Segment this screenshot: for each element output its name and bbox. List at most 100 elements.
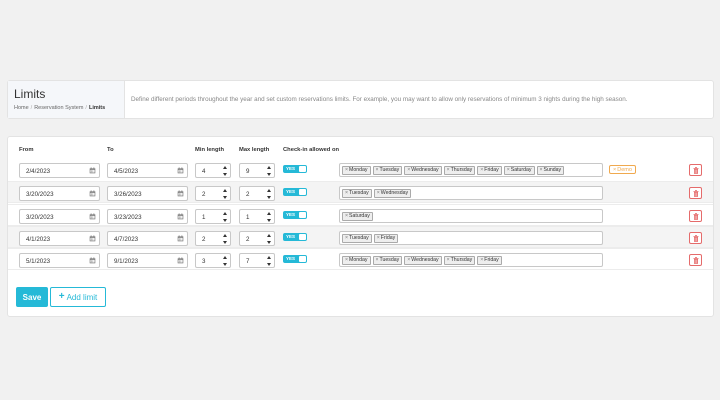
- day-tag-label: Tuesday: [379, 257, 400, 263]
- checkin-toggle[interactable]: YES: [283, 233, 307, 241]
- title-block: Limits Home / Reservation System / Limits: [8, 81, 125, 118]
- day-tag: × Friday: [477, 165, 502, 175]
- min-length-input[interactable]: 3: [195, 253, 231, 268]
- to-date-input[interactable]: 9/1/2023: [107, 253, 188, 268]
- close-icon[interactable]: ×: [613, 167, 616, 173]
- save-button[interactable]: Save: [16, 287, 48, 307]
- day-tag: × Saturday: [503, 165, 535, 175]
- close-icon[interactable]: ×: [376, 167, 379, 173]
- close-icon[interactable]: ×: [345, 190, 348, 196]
- max-length-input[interactable]: 7: [239, 253, 275, 268]
- calendar-icon: [177, 190, 184, 197]
- spinner-icon[interactable]: [222, 233, 228, 245]
- to-date-input[interactable]: 4/7/2023: [107, 231, 188, 246]
- plus-icon: +: [58, 291, 65, 302]
- from-date-input[interactable]: 4/1/2023: [19, 231, 100, 246]
- to-date-input[interactable]: 3/23/2023: [107, 209, 188, 224]
- day-tag-label: Friday: [484, 167, 499, 173]
- min-length-input[interactable]: 4: [195, 163, 231, 178]
- delete-button[interactable]: [689, 210, 702, 222]
- limits-panel: From To Min length Max length Check-in a…: [7, 136, 714, 317]
- close-icon[interactable]: ×: [407, 257, 410, 263]
- spinner-icon[interactable]: [266, 255, 272, 267]
- calendar-icon: [89, 235, 96, 242]
- spinner-icon[interactable]: [266, 233, 272, 245]
- close-icon[interactable]: ×: [377, 235, 380, 241]
- day-tag: × Tuesday: [372, 255, 403, 265]
- calendar-icon: [177, 167, 184, 174]
- delete-button[interactable]: [689, 164, 702, 176]
- day-tag: × Wednesday: [404, 255, 442, 265]
- to-date-input[interactable]: 3/26/2023: [107, 186, 188, 201]
- day-tag-label: Saturday: [510, 167, 532, 173]
- day-tag: × Thursday: [443, 255, 476, 265]
- checkin-days-select[interactable]: × Tuesday × Friday: [339, 231, 603, 245]
- checkin-days-select[interactable]: × Monday × Tuesday × Wednesday × Thursday × Frida…: [339, 163, 603, 177]
- max-length-input[interactable]: 9: [239, 163, 275, 178]
- checkin-days-select[interactable]: × Saturday: [339, 209, 603, 223]
- table-row: 3/20/2023 3/26/2023 2 2 YES × Tuesday × Wednesda…: [8, 181, 713, 203]
- close-icon[interactable]: ×: [345, 257, 348, 263]
- close-icon[interactable]: ×: [447, 257, 450, 263]
- close-icon[interactable]: ×: [407, 167, 410, 173]
- spinner-icon[interactable]: [222, 165, 228, 177]
- close-icon[interactable]: ×: [345, 213, 348, 219]
- calendar-icon: [89, 213, 96, 220]
- checkin-toggle[interactable]: YES: [283, 188, 307, 196]
- checkin-days-select[interactable]: × Monday × Tuesday × Wednesday × Thursday × Frida…: [339, 253, 603, 267]
- close-icon[interactable]: ×: [376, 257, 379, 263]
- calendar-icon: [177, 213, 184, 220]
- checkin-toggle[interactable]: YES: [283, 211, 307, 219]
- spinner-icon[interactable]: [222, 188, 228, 200]
- min-length-input[interactable]: 1: [195, 209, 231, 224]
- demo-badge: × Demo: [609, 165, 636, 174]
- day-tag: × Monday: [342, 165, 371, 175]
- breadcrumb-reservation-system[interactable]: Reservation System: [34, 105, 83, 111]
- column-header-to: To: [107, 147, 114, 153]
- checkin-toggle[interactable]: YES: [283, 255, 307, 263]
- spinner-icon[interactable]: [266, 211, 272, 223]
- delete-button[interactable]: [689, 187, 702, 199]
- from-date-input[interactable]: 2/4/2023: [19, 163, 100, 178]
- min-length-input[interactable]: 2: [195, 186, 231, 201]
- page-header: Limits Home / Reservation System / Limits De…: [7, 80, 714, 119]
- spinner-icon[interactable]: [222, 211, 228, 223]
- close-icon[interactable]: ×: [507, 167, 510, 173]
- close-icon[interactable]: ×: [447, 167, 450, 173]
- column-header-min-length: Min length: [195, 147, 224, 153]
- close-icon[interactable]: ×: [540, 167, 543, 173]
- column-header-max-length: Max length: [239, 147, 270, 153]
- day-tag-label: Saturday: [349, 213, 370, 219]
- day-tag: × Friday: [373, 233, 399, 243]
- checkin-toggle[interactable]: YES: [283, 165, 307, 173]
- max-length-input[interactable]: 2: [239, 231, 275, 246]
- table-row: 5/1/2023 9/1/2023 3 7 YES × Monday × Tuesday × Wed…: [8, 248, 713, 270]
- spinner-icon[interactable]: [222, 255, 228, 267]
- to-date-input[interactable]: 4/5/2023: [107, 163, 188, 178]
- table-row: 4/1/2023 4/7/2023 2 2 YES × Tuesday × Friday: [8, 226, 713, 248]
- close-icon[interactable]: ×: [480, 257, 483, 263]
- close-icon[interactable]: ×: [480, 167, 483, 173]
- delete-button[interactable]: [689, 254, 702, 266]
- close-icon[interactable]: ×: [345, 235, 348, 241]
- day-tag: × Wednesday: [404, 165, 442, 175]
- spinner-icon[interactable]: [266, 188, 272, 200]
- breadcrumb-home[interactable]: Home: [14, 105, 29, 111]
- day-tag-label: Tuesday: [349, 235, 369, 241]
- from-date-input[interactable]: 3/20/2023: [19, 186, 100, 201]
- add-limit-button[interactable]: + Add limit: [50, 287, 106, 307]
- max-length-input[interactable]: 1: [239, 209, 275, 224]
- max-length-input[interactable]: 2: [239, 186, 275, 201]
- day-tag: × Tuesday: [342, 188, 372, 198]
- checkin-days-select[interactable]: × Tuesday × Wednesday: [339, 186, 603, 200]
- close-icon[interactable]: ×: [377, 190, 380, 196]
- from-date-input[interactable]: 3/20/2023: [19, 209, 100, 224]
- close-icon[interactable]: ×: [345, 167, 348, 173]
- from-date-input[interactable]: 5/1/2023: [19, 253, 100, 268]
- spinner-icon[interactable]: [266, 165, 272, 177]
- breadcrumb-current: Limits: [88, 105, 106, 111]
- day-tag: × Monday: [342, 255, 371, 265]
- min-length-input[interactable]: 2: [195, 231, 231, 246]
- delete-button[interactable]: [689, 232, 702, 244]
- day-tag-label: Thursday: [450, 257, 473, 263]
